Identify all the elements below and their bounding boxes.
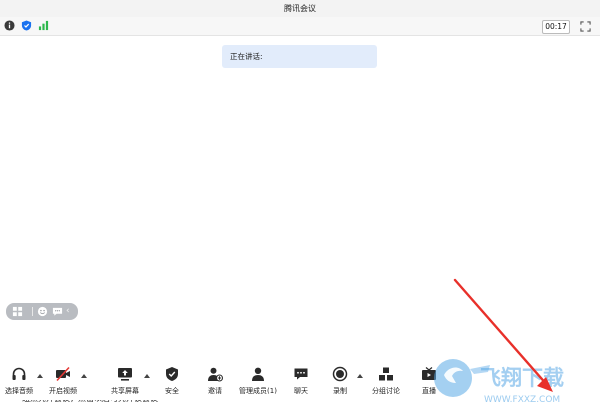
speaking-label: 正在讲话: [230,52,263,61]
security-shield-icon [166,367,178,381]
audio-options-caret[interactable] [37,374,43,378]
message-icon[interactable] [52,306,63,317]
security-label: 安全 [165,387,179,395]
chat-label: 聊天 [294,387,308,395]
record-label: 录制 [333,387,347,395]
start-video-label: 开启视频 [49,387,77,395]
speaking-indicator: 正在讲话: [222,45,377,68]
manage-members-label: 管理成员(1) [239,387,277,395]
invite-user-icon [208,367,223,382]
video-off-icon [56,366,70,382]
record-button[interactable]: 录制 [325,366,355,396]
chat-button[interactable]: 聊天 [286,366,316,396]
watermark-overlay: 飞翔下载 WWW.FXXZ.COM [434,359,564,405]
headset-icon [12,367,26,380]
floating-toolbar: ‹ [6,303,78,320]
meeting-timer: 00:17 [542,20,570,34]
share-screen-icon [118,368,132,381]
select-audio-label: 选择音频 [5,387,33,395]
emoji-icon[interactable] [37,306,48,317]
start-video-button[interactable]: 开启视频 [46,366,80,396]
breakout-rooms-button[interactable]: 分组讨论 [369,366,403,396]
shield-icon[interactable] [21,20,32,31]
manage-members-button[interactable]: 管理成员(1) [235,366,281,396]
share-screen-button[interactable]: 共享屏幕 [108,366,142,396]
fullscreen-icon[interactable] [580,21,591,32]
signal-icon[interactable] [38,20,49,31]
info-icon[interactable] [4,20,15,31]
breakout-rooms-icon [379,367,393,381]
share-options-caret[interactable] [144,374,150,378]
select-audio-button[interactable]: 选择音频 [2,366,36,396]
record-icon [332,366,348,382]
watermark-brand: 飞翔下载 [480,366,564,390]
meeting-info-bar: 00:17 [0,17,600,36]
share-screen-label: 共享屏幕 [111,387,139,395]
security-button[interactable]: 安全 [157,366,187,396]
window-title: 腾讯会议 [284,4,316,13]
video-options-caret[interactable] [81,374,87,378]
watermark-domain: WWW.FXXZ.COM [484,395,560,405]
members-icon [252,367,264,381]
window-title-bar: 腾讯会议 [0,0,600,17]
floating-toolbar-divider [32,307,33,316]
invite-button[interactable]: 邀请 [200,366,230,396]
invite-label: 邀请 [208,387,222,395]
grid-layout-icon[interactable] [12,306,23,317]
collapse-arrow-icon[interactable]: ‹ [66,305,70,318]
breakout-rooms-label: 分组讨论 [372,387,400,395]
chat-icon [294,368,308,380]
record-options-caret[interactable] [357,374,363,378]
